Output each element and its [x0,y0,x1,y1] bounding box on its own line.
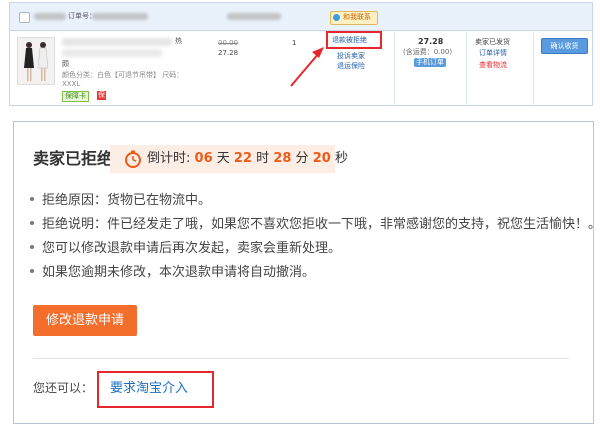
column-divider [533,31,534,105]
countdown-minutes: 28 [273,151,292,166]
countdown-days: 06 [194,151,213,166]
refusal-explanation: 拒绝说明：件已经发走了哦，如果您不喜欢您拒收一下哦，非常感谢您的支持，祝您生活愉… [42,217,600,232]
redacted-date [34,13,66,20]
original-price: 00.00 [218,39,239,47]
product-size: XXXL [62,80,81,88]
bullet-icon [30,196,34,201]
order-status: 卖家已发货 [475,38,510,46]
guarantee-tag-label: 保障卡 [65,92,86,100]
countdown-box: 倒计时: 06 天 22 时 28 分 20 秒 [110,145,348,173]
protection-tag[interactable]: 保 [97,91,106,100]
chat-icon [333,14,340,21]
redacted-shop-name [227,13,281,20]
dress-image-icon [24,42,49,81]
countdown-text: 倒计时: 06 天 22 时 28 分 20 秒 [147,150,348,168]
expiry-hint: 如果您逾期未修改，本次退款申请将自动撤消。 [42,265,316,280]
bullet-icon [30,244,34,249]
unit-price: 27.28 [218,49,239,57]
complain-seller-link[interactable]: 投诉卖家 [337,52,365,61]
order-panel: 订单号： 和我联系 热 颇 颜色分类：白色【可退节吊带】 尺码： XXXL 保障… [9,2,593,106]
refund-info-line: 您可以修改退款申请后再次发起，卖家会重新处理。 [30,240,341,258]
view-logistics-link[interactable]: 查看物流 [479,61,507,70]
stopwatch-icon [125,150,141,168]
refund-info-line: 拒绝原因：货物已在物流中。 [30,192,211,210]
column-divider [466,31,467,105]
confirm-receipt-button[interactable]: 确认收货 [541,38,588,54]
request-taobao-intervention-link[interactable]: 要求淘宝介入 [110,381,188,397]
modify-refund-button[interactable]: 修改退款申请 [33,305,137,336]
countdown-second-unit: 秒 [334,151,348,166]
countdown-seconds: 20 [312,151,331,166]
divider [33,358,569,359]
contact-seller-label: 和我联系 [343,13,371,21]
product-thumbnail[interactable] [17,37,55,85]
countdown-minute-unit: 分 [295,151,309,166]
redacted-product-title-2 [62,49,162,57]
you-can-label: 您还可以： [33,381,94,395]
redacted-order-number [92,13,148,20]
product-subtitle: 颇 [62,60,69,68]
modify-hint: 您可以修改退款申请后再次发起，卖家会重新处理。 [42,241,342,256]
redacted-product-title [62,38,172,46]
product-title-tail: 热 [175,37,182,45]
quantity: 1 [292,39,297,47]
refund-info-line: 拒绝说明：件已经发走了哦，如果您不喜欢您拒收一下哦，非常感谢您的支持，祝您生活愉… [30,216,600,234]
column-divider [394,31,395,105]
mobile-order-tag: 手机订单 [414,58,446,67]
order-checkbox[interactable] [19,12,30,23]
contact-seller-badge[interactable]: 和我联系 [330,11,378,25]
refund-rejected-link[interactable]: 退款被拒绝 [332,36,367,45]
countdown-label: 倒计时: [147,151,191,166]
product-attributes: 颜色分类：白色【可退节吊带】 尺码： [62,71,184,79]
countdown-hour-unit: 时 [256,151,270,166]
refund-info-line: 如果您逾期未修改，本次退款申请将自动撤消。 [30,264,315,282]
guarantee-tag[interactable]: 保障卡 [62,91,89,102]
bullet-icon [30,220,34,225]
countdown-day-unit: 天 [216,151,230,166]
shipping-fee: (含运费：0.00) [403,48,453,56]
order-header: 订单号： 和我联系 [10,3,592,31]
refusal-reason: 拒绝原因：货物已在物流中。 [42,193,212,208]
order-total: 27.28 [418,37,444,46]
refund-status-title: 卖家已拒绝 [33,149,114,168]
order-detail-link[interactable]: 订单详情 [479,49,507,58]
bullet-icon [30,268,34,273]
return-insurance-link[interactable]: 退运保险 [337,62,365,71]
countdown-hours: 22 [233,151,253,166]
